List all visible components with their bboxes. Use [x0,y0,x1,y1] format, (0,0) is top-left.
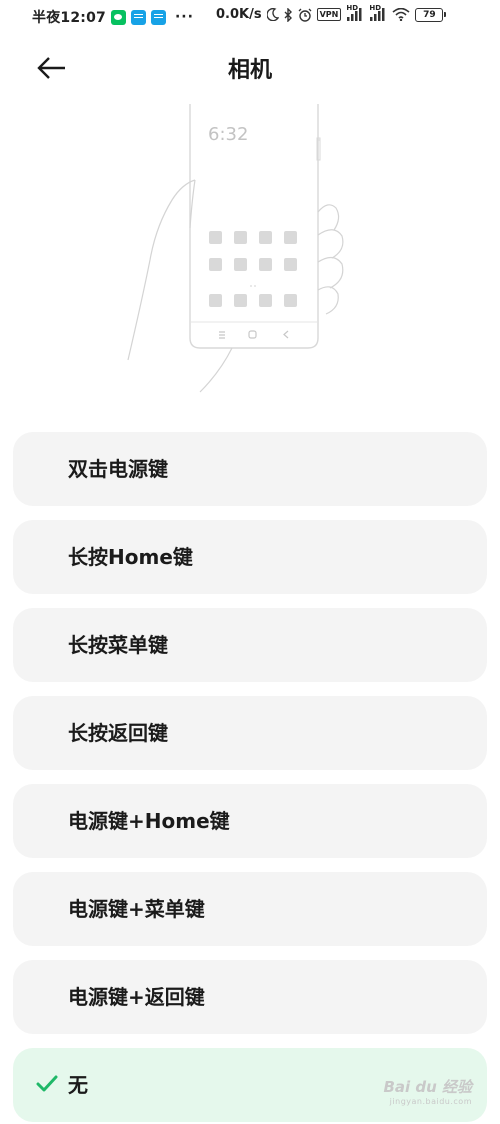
option-power-plus-home[interactable]: 电源键+Home键 [13,784,487,858]
hd-label-2: HD [369,4,382,12]
more-notifications-icon: ··· [174,9,194,25]
page-title: 相机 [227,58,272,83]
message-icon [130,9,146,25]
option-long-press-back[interactable]: 长按返回键 [13,696,487,770]
network-speed: 0.0K/s [216,7,262,22]
option-power-plus-back[interactable]: 电源键+返回键 [13,960,487,1034]
moon-icon [266,8,279,21]
battery-nub [444,12,447,17]
option-label: 长按菜单键 [68,633,168,657]
phone-hand-illustration: 6:32 [127,104,344,393]
battery-icon: 79 [415,7,447,22]
watermark: Bai du 经验 jingyan.baidu.com [383,1076,472,1106]
watermark-main: Bai du 经验 [383,1078,472,1096]
option-power-plus-menu[interactable]: 电源键+菜单键 [13,872,487,946]
option-long-press-menu[interactable]: 长按菜单键 [13,608,487,682]
alarm-icon [298,8,312,22]
bluetooth-icon [284,7,292,22]
option-label: 电源键+返回键 [68,985,205,1009]
status-bar: 半夜12:07 ··· 0.0K/s VPN HD HD 79 [0,0,500,32]
gesture-illustration: 6:32 [120,100,370,400]
message-icon-2 [150,9,166,25]
watermark-sub: jingyan.baidu.com [389,1097,472,1106]
option-label: 无 [68,1073,88,1097]
status-right: 0.0K/s VPN HD HD 79 [216,4,447,22]
option-label: 长按Home键 [68,545,193,569]
header: 相机 [0,40,500,96]
illustration-clock: 6:32 [208,124,248,145]
signal-icon-1: HD [346,4,364,21]
wifi-icon [392,8,410,21]
wechat-icon [110,9,126,25]
vpn-icon: VPN [316,8,342,21]
hd-label-1: HD [346,4,359,12]
check-icon [36,1075,58,1092]
status-left: 半夜12:07 ··· [32,7,194,27]
option-label: 长按返回键 [68,721,168,745]
battery-level: 79 [415,7,444,22]
option-label: 电源键+Home键 [68,809,230,833]
signal-icon-2: HD [369,4,387,21]
option-long-press-home[interactable]: 长按Home键 [13,520,487,594]
option-double-click-power[interactable]: 双击电源键 [13,432,487,506]
status-time: 半夜12:07 [32,10,106,26]
option-label: 电源键+菜单键 [68,897,205,921]
option-label: 双击电源键 [68,457,168,481]
